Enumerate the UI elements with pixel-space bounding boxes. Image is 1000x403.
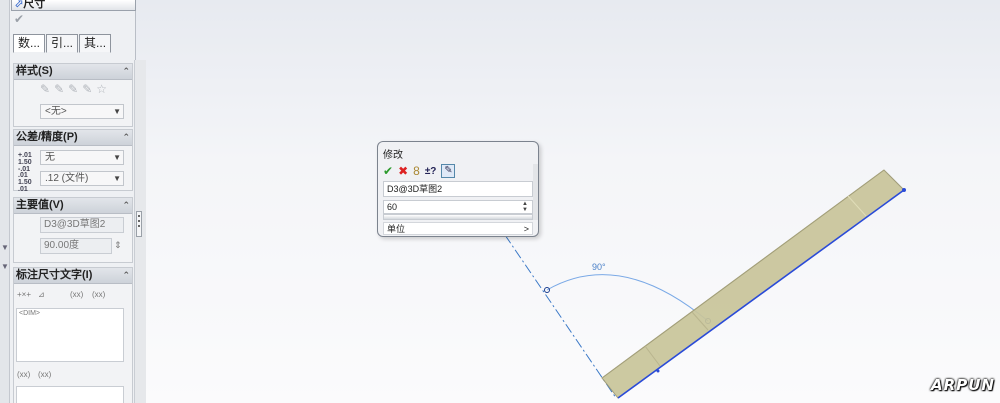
dimension-text-area-2[interactable] — [16, 386, 124, 403]
style-dropdown-value: <无> — [45, 106, 67, 117]
expand-arrow-icon[interactable]: ▼ — [1, 243, 9, 252]
collapse-icon[interactable]: ⌃ — [122, 130, 130, 145]
tab-other[interactable]: 其... — [79, 34, 112, 53]
dimension-text-group: 标注尺寸文字(I) ⌃ +×+ ⊿ (xx) (xx) <DIM> (xx) (… — [13, 267, 133, 403]
part-top-edge — [601, 169, 885, 379]
dropdown-arrow-icon: ▼ — [113, 174, 121, 183]
tolerance-group-title: 公差/精度(P) — [16, 131, 78, 143]
units-row[interactable]: 单位 > — [383, 222, 533, 235]
units-label: 单位 — [387, 224, 406, 234]
style-group: 样式(S) ⌃ ✎ ✎ ✎ ✎ ☆ <无> ▼ — [13, 63, 133, 127]
load-style-icon[interactable]: ☆ — [96, 82, 107, 96]
primary-value-field[interactable]: 90.00度 — [40, 238, 112, 254]
modify-dialog-title: 修改 — [383, 150, 403, 161]
style-group-title: 样式(S) — [16, 65, 53, 77]
dialog-scrollbar[interactable] — [533, 164, 538, 220]
dimension-text-group-title: 标注尺寸文字(I) — [16, 269, 93, 281]
modify-toolbar: ✔ ✖ 8 ±? ✎ — [383, 164, 456, 178]
reset-spin-increment-button[interactable]: ±? — [425, 165, 437, 178]
collapse-icon[interactable]: ⌃ — [122, 198, 130, 213]
property-manager-panel: ▼ ▼ ⬀尺寸 ✔ 数... 引... 其... 样式(S) ⌃ ✎ ✎ ✎ ✎… — [0, 0, 146, 403]
dimension-name-field[interactable]: D3@3D草图2 — [40, 217, 124, 233]
ok-button[interactable]: ✔ — [383, 164, 393, 178]
primary-value-group-header[interactable]: 主要值(V) ⌃ — [14, 198, 132, 214]
save-style-icon[interactable]: ✎ — [82, 82, 92, 96]
precision-value: .12 (文件) — [45, 173, 89, 184]
angle-dimension-label[interactable]: 90° — [592, 262, 606, 272]
angle-text-icon[interactable]: ⊿ — [38, 290, 45, 299]
precision-icon: .01 1.50.01 — [18, 172, 32, 193]
modify-dimension-name: D3@3D草图2 — [383, 181, 533, 197]
tolerance-group: 公差/精度(P) ⌃ +.01 1.50 -.01 无 ▼ .01 1.50.01 .… — [13, 129, 133, 193]
dimension-text-group-header[interactable]: 标注尺寸文字(I) ⌃ — [14, 268, 132, 284]
update-style-icon[interactable]: ✎ — [68, 82, 78, 96]
cancel-button[interactable]: ✖ — [398, 164, 408, 178]
collapse-icon[interactable]: ⌃ — [122, 64, 130, 79]
sketch-point[interactable] — [656, 369, 660, 373]
expand-arrow-icon-2[interactable]: ▼ — [1, 262, 9, 271]
primary-value-group-title: 主要值(V) — [16, 199, 64, 211]
text-position-icon[interactable]: +×+ — [17, 290, 31, 299]
tolerance-type-value: 无 — [45, 152, 55, 163]
paren-button-1[interactable]: (xx) — [70, 290, 83, 299]
tolerance-type-icon: +.01 1.50 -.01 — [18, 152, 32, 173]
panel-splitter-handle[interactable] — [136, 211, 142, 237]
dimension-property-manager: ⬀尺寸 ✔ 数... 引... 其... 样式(S) ⌃ ✎ ✎ ✎ ✎ ☆ <… — [11, 0, 146, 403]
sketch-endpoint[interactable] — [902, 188, 906, 192]
tolerance-group-header[interactable]: 公差/精度(P) ⌃ — [14, 130, 132, 146]
value-spin-icon[interactable]: ⇕ — [114, 240, 122, 251]
modify-dialog: 修改 ✔ ✖ 8 ±? ✎ D3@3D草图2 60 ▲ ▼ 单位 > — [377, 141, 539, 237]
sketch-edge[interactable] — [617, 189, 905, 399]
tab-value[interactable]: 数... — [13, 34, 46, 53]
pm-title: ⬀尺寸 — [11, 0, 136, 11]
tab-leaders[interactable]: 引... — [46, 34, 79, 53]
tolerance-type-dropdown[interactable]: 无 ▼ — [40, 150, 124, 165]
pm-tabs: 数... 引... 其... — [13, 34, 112, 53]
modify-value-text: 60 — [387, 202, 398, 212]
paren-button-3[interactable]: (xx) — [17, 370, 30, 379]
primary-value-group: 主要值(V) ⌃ D3@3D草图2 90.00度 ⇕ — [13, 197, 133, 263]
apply-default-style-icon[interactable]: ✎ — [40, 82, 50, 96]
style-dropdown[interactable]: <无> ▼ — [40, 104, 124, 119]
pm-title-text: 尺寸 — [23, 0, 46, 10]
paren-button-2[interactable]: (xx) — [92, 290, 105, 299]
angle-arc[interactable] — [546, 274, 709, 322]
dropdown-arrow-icon: ▼ — [113, 107, 121, 116]
paren-button-4[interactable]: (xx) — [38, 370, 51, 379]
dropdown-arrow-icon: ▼ — [113, 153, 121, 162]
collapse-icon[interactable]: ⌃ — [122, 268, 130, 283]
rebuild-button[interactable]: 8 — [413, 164, 420, 178]
style-group-header[interactable]: 样式(S) ⌃ — [14, 64, 132, 80]
style-buttons: ✎ ✎ ✎ ✎ ☆ — [40, 82, 107, 96]
watermark-logo: ARPUN — [931, 376, 995, 394]
thumbwheel-slider[interactable] — [383, 214, 533, 220]
value-spinner[interactable]: ▲ ▼ — [522, 201, 530, 213]
add-style-icon[interactable]: ✎ — [54, 82, 64, 96]
centerline[interactable] — [504, 234, 617, 399]
mark-dimension-button[interactable]: ✎ — [441, 164, 456, 178]
precision-dropdown[interactable]: .12 (文件) ▼ — [40, 171, 124, 186]
units-caret-icon: > — [523, 224, 529, 234]
feature-tree-collapsed-edge[interactable]: ▼ ▼ — [0, 0, 10, 403]
dimension-text-area-1[interactable]: <DIM> — [16, 308, 124, 362]
modify-value-input[interactable]: 60 ▲ ▼ — [383, 200, 533, 214]
ok-check-icon[interactable]: ✔ — [14, 12, 24, 26]
dimension-icon: ⬀ — [14, 0, 24, 10]
